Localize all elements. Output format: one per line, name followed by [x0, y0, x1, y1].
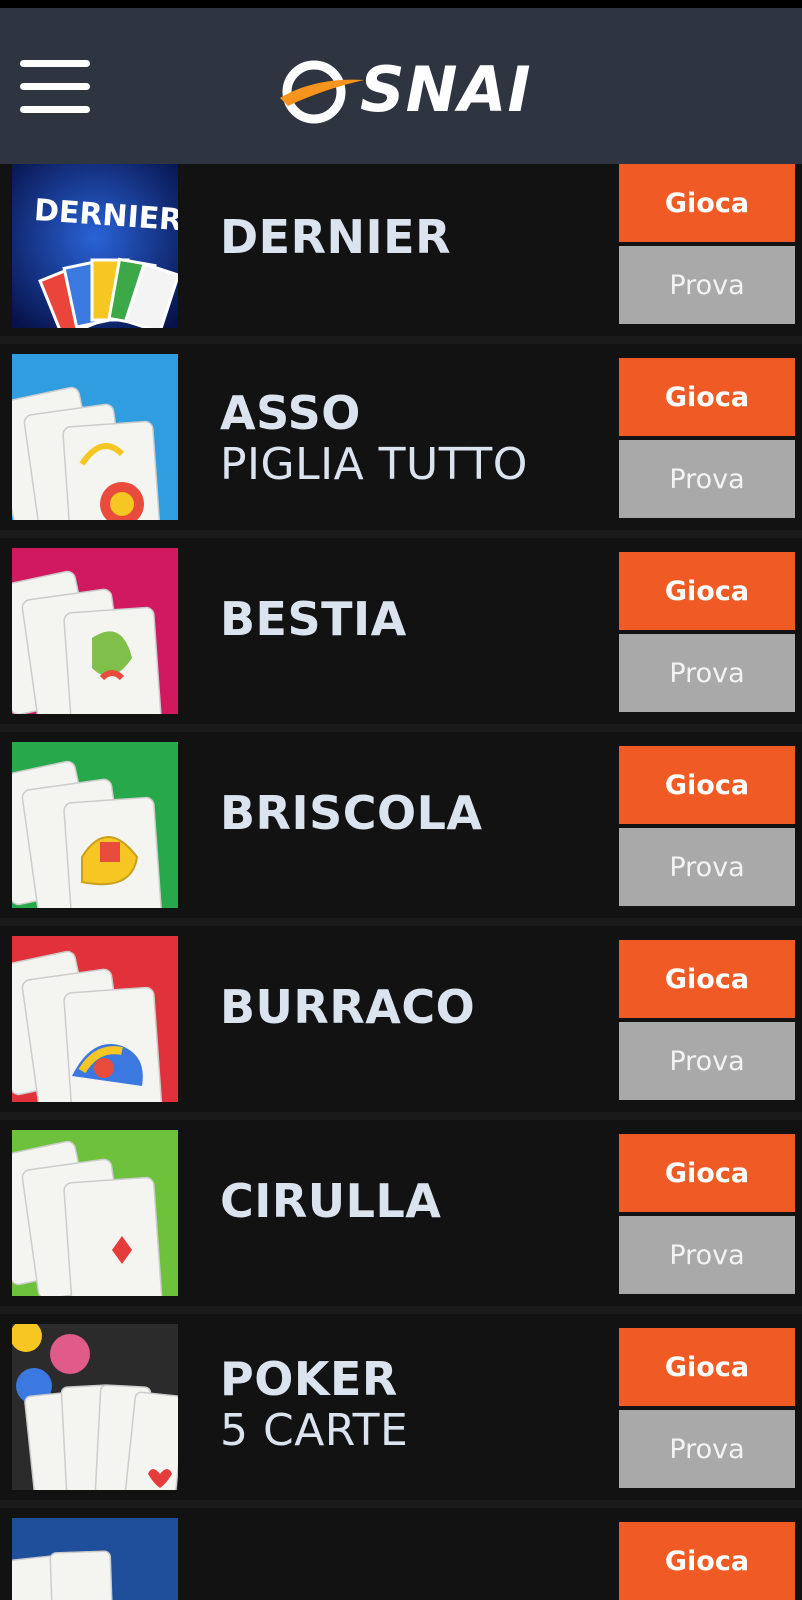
game-row-cirulla: CIRULLA Gioca Prova — [0, 1120, 802, 1306]
next-game-thumb[interactable] — [12, 1518, 178, 1600]
game-title: DERNIER — [220, 210, 451, 264]
game-title: BESTIA — [220, 592, 407, 646]
play-button[interactable]: Gioca — [619, 358, 795, 436]
play-button[interactable]: Gioca — [619, 1522, 795, 1600]
status-bar-strip — [0, 0, 802, 8]
game-row-asso-piglia-tutto: ASSO PIGLIA TUTTO Gioca Prova — [0, 344, 802, 530]
game-title-block: BRISCOLA — [220, 788, 483, 839]
game-title-block: ASSO PIGLIA TUTTO — [220, 388, 528, 489]
app-header: SNAI — [0, 8, 802, 164]
game-title: POKER — [220, 1352, 398, 1406]
asso-thumb[interactable] — [12, 354, 178, 520]
demo-button[interactable]: Prova — [619, 1216, 795, 1294]
bestia-thumb[interactable] — [12, 548, 178, 714]
cirulla-thumb[interactable] — [12, 1130, 178, 1296]
game-title-block: POKER 5 CARTE — [220, 1354, 408, 1455]
game-title: BURRACO — [220, 980, 476, 1034]
demo-button[interactable]: Prova — [619, 1022, 795, 1100]
logo-text: SNAI — [360, 53, 532, 126]
demo-button[interactable]: Prova — [619, 634, 795, 712]
menu-icon[interactable] — [20, 56, 90, 118]
game-row-poker-5-carte: POKER 5 CARTE Gioca Prova — [0, 1314, 802, 1500]
play-button[interactable]: Gioca — [619, 164, 795, 242]
play-button[interactable]: Gioca — [619, 1134, 795, 1212]
snai-logo-mark-icon — [280, 60, 364, 124]
game-title-block: BESTIA — [220, 594, 407, 645]
game-title: ASSO — [220, 386, 361, 440]
game-row-burraco: BURRACO Gioca Prova — [0, 926, 802, 1112]
briscola-thumb[interactable] — [12, 742, 178, 908]
game-title-block: DERNIER — [220, 212, 451, 263]
demo-button[interactable]: Prova — [619, 828, 795, 906]
dernier-thumb[interactable]: DERNIER — [12, 164, 178, 328]
demo-button[interactable]: Prova — [619, 440, 795, 518]
games-list[interactable]: DERNIER DERNIER Gioca Prova ASSO PIGLIA … — [0, 164, 802, 1600]
game-title: BRISCOLA — [220, 786, 483, 840]
game-row-briscola: BRISCOLA Gioca Prova — [0, 732, 802, 918]
play-button[interactable]: Gioca — [619, 552, 795, 630]
game-title-block: BURRACO — [220, 982, 475, 1033]
game-subtitle: 5 CARTE — [220, 1404, 409, 1456]
game-row-next: Gioca — [0, 1508, 802, 1600]
snai-logo[interactable]: SNAI — [278, 54, 538, 128]
game-row-dernier: DERNIER DERNIER Gioca Prova — [0, 164, 802, 336]
game-subtitle: PIGLIA TUTTO — [220, 438, 528, 490]
game-title: CIRULLA — [220, 1174, 442, 1228]
burraco-thumb[interactable] — [12, 936, 178, 1102]
game-title-block: CIRULLA — [220, 1176, 441, 1227]
play-button[interactable]: Gioca — [619, 1328, 795, 1406]
play-button[interactable]: Gioca — [619, 746, 795, 824]
demo-button[interactable]: Prova — [619, 1410, 795, 1488]
poker-thumb[interactable] — [12, 1324, 178, 1490]
game-row-bestia: BESTIA Gioca Prova — [0, 538, 802, 724]
demo-button[interactable]: Prova — [619, 246, 795, 324]
play-button[interactable]: Gioca — [619, 940, 795, 1018]
